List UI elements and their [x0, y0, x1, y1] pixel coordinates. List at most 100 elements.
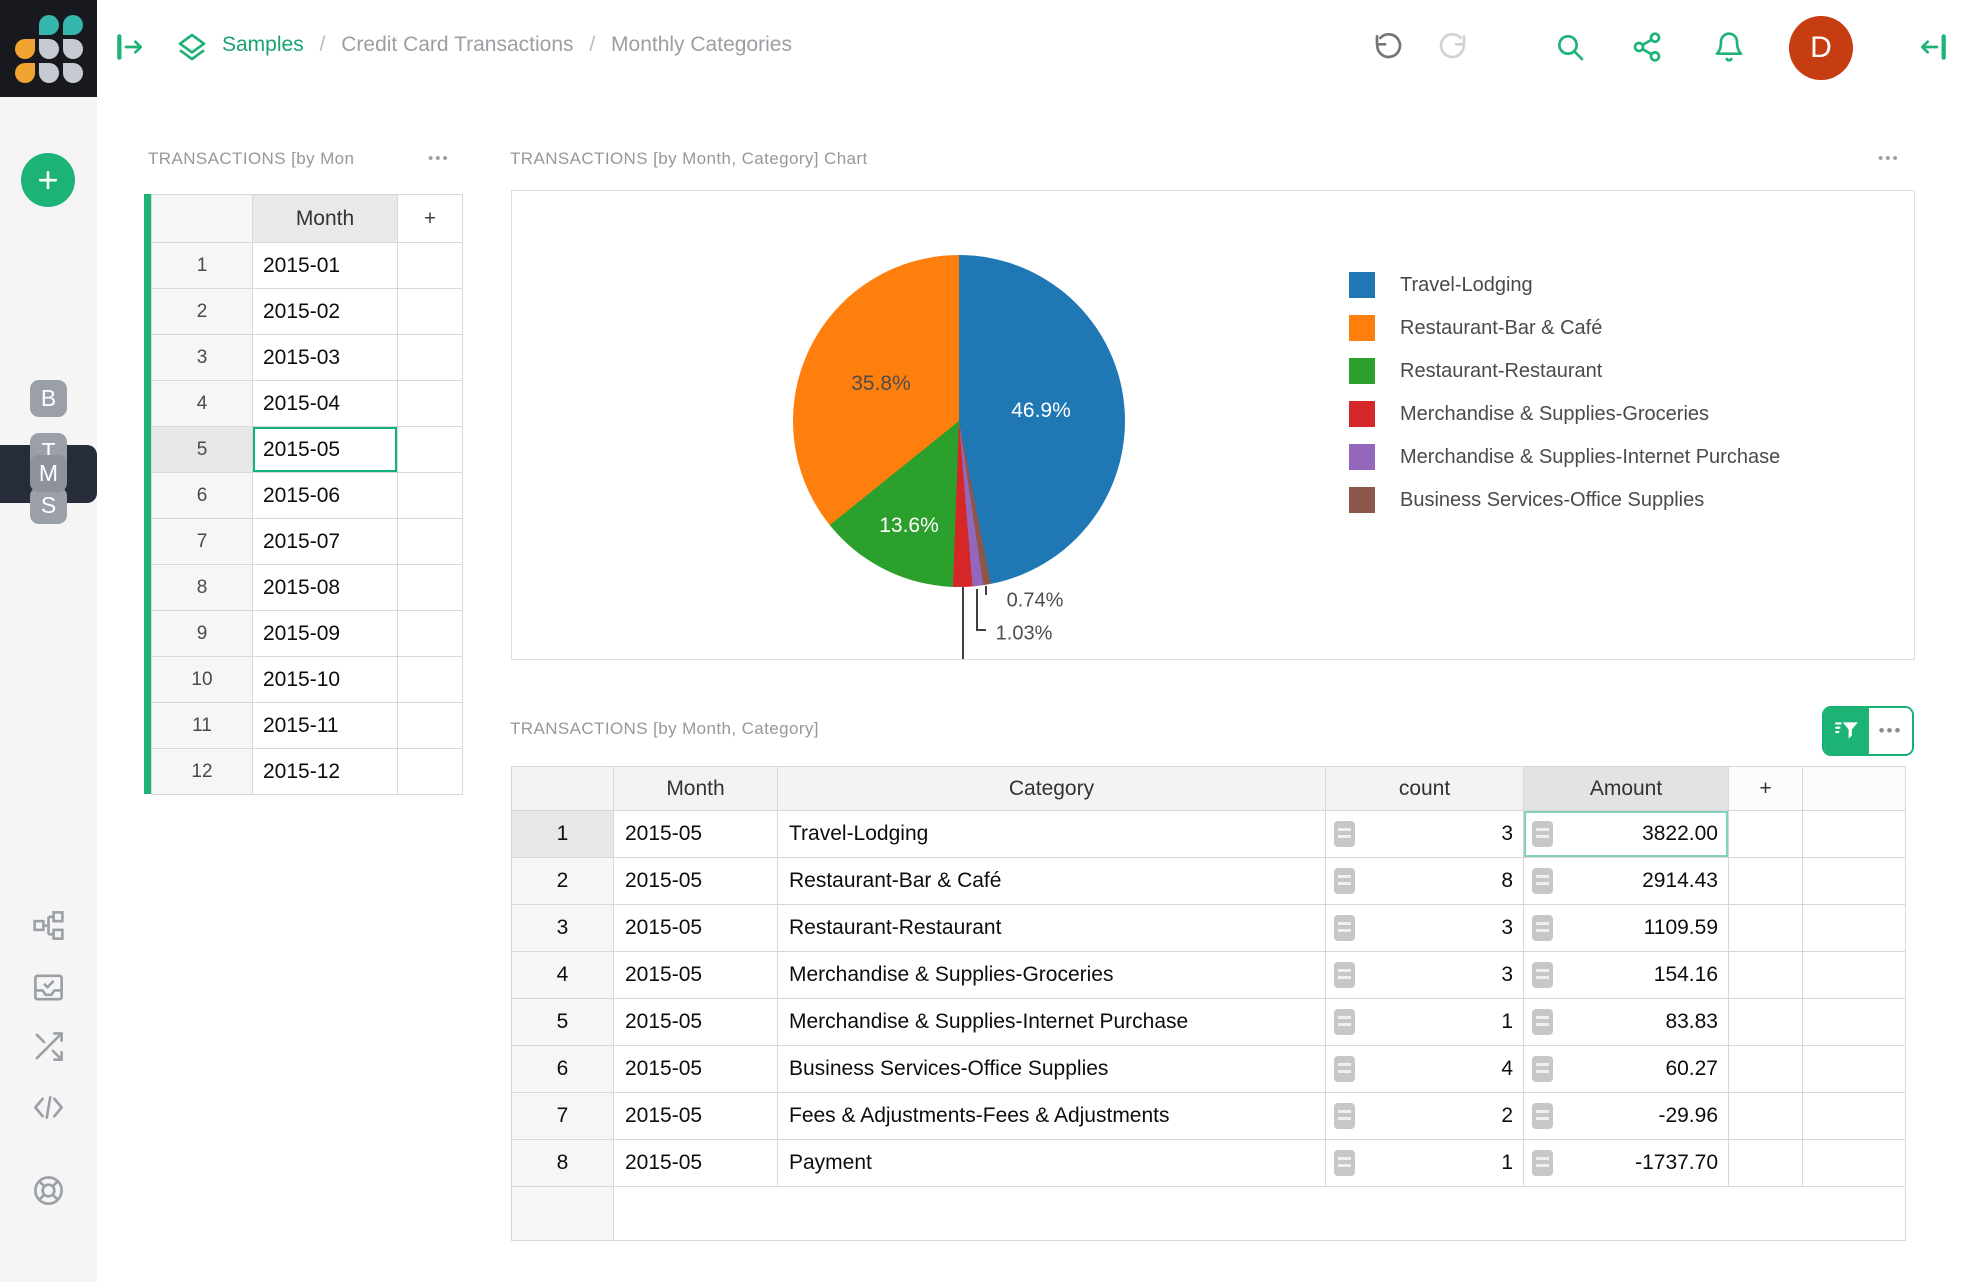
- month-column-header[interactable]: Month: [613, 766, 778, 811]
- breadcrumb-samples-link[interactable]: Samples: [222, 33, 304, 56]
- empty-cell[interactable]: [1802, 951, 1906, 999]
- share-icon[interactable]: [1631, 31, 1663, 63]
- empty-cell[interactable]: [1728, 951, 1803, 999]
- count-cell[interactable]: 3: [1325, 951, 1524, 999]
- month-cell[interactable]: 2015-06: [252, 472, 398, 519]
- amount-cell[interactable]: -29.96: [1523, 1092, 1729, 1140]
- empty-cell[interactable]: [1728, 857, 1803, 905]
- month-cell[interactable]: 2015-05: [613, 1139, 778, 1187]
- category-cell[interactable]: Restaurant-Bar & Café: [777, 857, 1326, 905]
- month-cell[interactable]: 2015-05: [613, 810, 778, 858]
- month-cell[interactable]: 2015-08: [252, 564, 398, 611]
- left-panel-menu[interactable]: •••: [428, 146, 450, 172]
- month-cell[interactable]: 2015-04: [252, 380, 398, 427]
- month-cell[interactable]: 2015-05: [613, 857, 778, 905]
- month-cell[interactable]: 2015-01: [252, 242, 398, 289]
- count-cell[interactable]: 2: [1325, 1092, 1524, 1140]
- empty-cell[interactable]: [1728, 1139, 1803, 1187]
- empty-cell[interactable]: [1802, 1092, 1906, 1140]
- amount-cell[interactable]: 60.27: [1523, 1045, 1729, 1093]
- empty-cell[interactable]: [1728, 998, 1803, 1046]
- undo-icon[interactable]: [1371, 31, 1403, 63]
- month-cell[interactable]: 2015-12: [252, 748, 398, 795]
- app-logo[interactable]: [0, 0, 97, 97]
- row-number-cell[interactable]: 6: [151, 472, 253, 519]
- empty-cell[interactable]: [1728, 810, 1803, 858]
- notifications-bell-icon[interactable]: [1713, 31, 1745, 63]
- month-cell[interactable]: 2015-09: [252, 610, 398, 657]
- empty-cell[interactable]: [1728, 1045, 1803, 1093]
- help-lifebuoy-icon[interactable]: [31, 1173, 66, 1208]
- row-number-cell[interactable]: 3: [151, 334, 253, 381]
- month-cell[interactable]: 2015-05: [613, 904, 778, 952]
- month-cell[interactable]: 2015-02: [252, 288, 398, 335]
- row-number-cell[interactable]: 4: [151, 380, 253, 427]
- count-cell[interactable]: 3: [1325, 810, 1524, 858]
- category-cell[interactable]: Merchandise & Supplies-Internet Purchase: [777, 998, 1326, 1046]
- row-number-cell[interactable]: 12: [151, 748, 253, 795]
- collapse-panel-icon[interactable]: [1917, 31, 1949, 63]
- filter-button[interactable]: [1824, 708, 1869, 754]
- empty-cell[interactable]: [1802, 904, 1906, 952]
- row-number-cell[interactable]: 6: [511, 1045, 614, 1093]
- amount-cell[interactable]: 154.16: [1523, 951, 1729, 999]
- row-number-cell[interactable]: 1: [151, 242, 253, 289]
- amount-cell[interactable]: 83.83: [1523, 998, 1729, 1046]
- table-menu-button[interactable]: •••: [1869, 708, 1912, 754]
- amount-cell[interactable]: -1737.70: [1523, 1139, 1729, 1187]
- layers-icon[interactable]: [176, 31, 208, 63]
- row-number-header[interactable]: [511, 766, 614, 811]
- row-number-cell[interactable]: 4: [511, 951, 614, 999]
- empty-cell[interactable]: [1802, 998, 1906, 1046]
- row-number-cell[interactable]: 10: [151, 656, 253, 703]
- breadcrumb-parent-link[interactable]: Credit Card Transactions: [341, 33, 573, 56]
- count-cell[interactable]: 4: [1325, 1045, 1524, 1093]
- category-cell[interactable]: Restaurant-Restaurant: [777, 904, 1326, 952]
- count-column-header[interactable]: count: [1325, 766, 1524, 811]
- row-number-cell[interactable]: 3: [511, 904, 614, 952]
- count-cell[interactable]: 3: [1325, 904, 1524, 952]
- sidebar-item-b[interactable]: B: [30, 380, 67, 417]
- category-cell[interactable]: Payment: [777, 1139, 1326, 1187]
- month-cell[interactable]: 2015-05: [613, 998, 778, 1046]
- month-column-header[interactable]: Month: [252, 194, 398, 243]
- count-cell[interactable]: 1: [1325, 998, 1524, 1046]
- category-cell[interactable]: Merchandise & Supplies-Groceries: [777, 951, 1326, 999]
- empty-cell[interactable]: [1802, 810, 1906, 858]
- row-number-cell[interactable]: 9: [151, 610, 253, 657]
- month-cell[interactable]: 2015-05: [613, 1045, 778, 1093]
- add-column-button[interactable]: +: [1728, 766, 1803, 811]
- expand-sidebar-icon[interactable]: [114, 31, 146, 63]
- month-cell-selected[interactable]: 2015-05: [252, 426, 398, 473]
- amount-column-header[interactable]: Amount: [1523, 766, 1729, 811]
- row-number-cell[interactable]: 7: [511, 1092, 614, 1140]
- row-number-cell[interactable]: 2: [511, 857, 614, 905]
- shuffle-icon[interactable]: [31, 1029, 66, 1064]
- empty-cell[interactable]: [1728, 1092, 1803, 1140]
- category-cell[interactable]: Travel-Lodging: [777, 810, 1326, 858]
- chart-panel-menu[interactable]: •••: [1878, 146, 1900, 172]
- month-cell[interactable]: 2015-03: [252, 334, 398, 381]
- row-number-header[interactable]: [151, 194, 253, 243]
- empty-cell[interactable]: [1802, 857, 1906, 905]
- inbox-check-icon[interactable]: [31, 970, 66, 1005]
- month-cell[interactable]: 2015-11: [252, 702, 398, 749]
- org-chart-icon[interactable]: [31, 908, 66, 943]
- pie-chart[interactable]: [793, 255, 1125, 587]
- empty-cell[interactable]: [1728, 904, 1803, 952]
- category-cell[interactable]: Fees & Adjustments-Fees & Adjustments: [777, 1092, 1326, 1140]
- amount-cell-selected[interactable]: 3822.00: [1523, 810, 1729, 858]
- search-icon[interactable]: [1554, 31, 1586, 63]
- month-cell[interactable]: 2015-05: [613, 1092, 778, 1140]
- count-cell[interactable]: 1: [1325, 1139, 1524, 1187]
- sidebar-item-s[interactable]: S: [30, 487, 67, 524]
- category-column-header[interactable]: Category: [777, 766, 1326, 811]
- row-number-cell[interactable]: 5: [511, 998, 614, 1046]
- code-icon[interactable]: [31, 1090, 66, 1125]
- sidebar-item-m-active[interactable]: M: [30, 455, 67, 492]
- month-cell[interactable]: 2015-05: [613, 951, 778, 999]
- add-column-button[interactable]: +: [397, 194, 463, 243]
- row-number-cell[interactable]: 7: [151, 518, 253, 565]
- user-avatar[interactable]: D: [1789, 16, 1853, 80]
- spare-column-header[interactable]: [1802, 766, 1906, 811]
